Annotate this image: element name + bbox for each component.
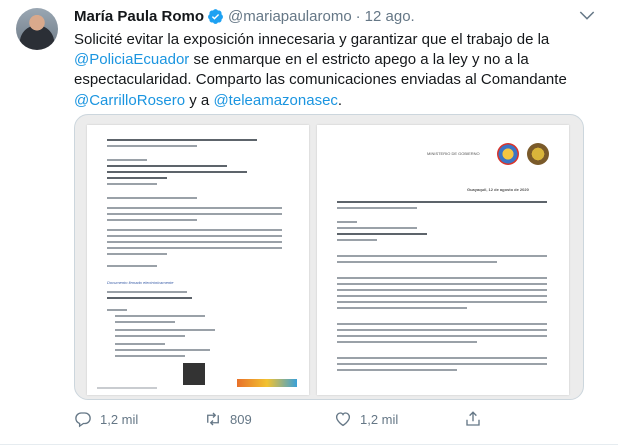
tweet-actions: 1,2 mil 809 1,2 mil	[74, 410, 594, 428]
doc-line	[107, 207, 282, 209]
doc-line	[337, 233, 427, 235]
doc-line	[107, 197, 197, 199]
doc-line	[115, 321, 175, 323]
text-part: y a	[185, 91, 214, 109]
text-part: .	[337, 91, 343, 109]
reply-count: 1,2 mil	[100, 411, 139, 427]
doc-line	[337, 341, 477, 343]
doc-line	[107, 297, 192, 299]
mention-link[interactable]: @teleamazonasec	[213, 92, 337, 109]
doc-line	[337, 207, 417, 209]
doc-line	[337, 277, 547, 279]
tweet-date[interactable]: 12 ago.	[365, 8, 415, 25]
reply-icon	[75, 412, 91, 428]
doc-line	[337, 369, 457, 371]
like-icon	[335, 412, 351, 427]
doc-line	[337, 329, 547, 331]
doc-line	[107, 291, 187, 293]
avatar[interactable]	[16, 8, 58, 50]
reply-button[interactable]: 1,2 mil	[74, 410, 204, 428]
doc-line	[337, 201, 547, 203]
doc-line	[115, 329, 215, 331]
doc-line	[337, 283, 547, 285]
doc-line	[337, 323, 547, 325]
document-date: Guayaquil, 12 de agosto de 2020	[467, 187, 529, 192]
share-icon	[466, 411, 480, 426]
doc-line	[337, 261, 497, 263]
document-page-left: Documento firmado electrónicamente	[87, 125, 309, 395]
doc-line	[115, 355, 185, 357]
doc-line	[97, 387, 157, 389]
doc-line	[107, 159, 147, 161]
doc-line	[107, 235, 282, 237]
ministry-header: MINISTERIO DE GOBIERNO	[427, 151, 480, 156]
document-page-right: MINISTERIO DE GOBIERNO Guayaquil, 12 de …	[317, 125, 569, 395]
doc-line	[107, 265, 157, 267]
tweet-header: María Paula Romo @mariapaularomo · 12 ag…	[74, 6, 606, 26]
doc-line	[115, 343, 165, 345]
retweet-button[interactable]: 809	[204, 410, 334, 428]
separator-dot: ·	[355, 7, 361, 25]
mention-link[interactable]: @CarrilloRosero	[74, 92, 185, 109]
tweet[interactable]: María Paula Romo @mariapaularomo · 12 ag…	[0, 0, 618, 445]
author-handle[interactable]: @mariapaularomo	[228, 8, 352, 25]
logo-icon	[497, 143, 519, 165]
doc-line	[107, 241, 282, 243]
doc-line	[107, 309, 127, 311]
mention-link[interactable]: @PoliciaEcuador	[74, 51, 189, 68]
doc-line	[337, 221, 357, 223]
doc-line	[337, 301, 547, 303]
doc-line	[107, 171, 247, 173]
share-button[interactable]	[464, 410, 594, 428]
doc-line	[337, 239, 377, 241]
doc-line	[107, 253, 167, 255]
signature-label: Documento firmado electrónicamente	[107, 280, 174, 285]
doc-line	[115, 349, 210, 351]
doc-line	[107, 165, 227, 167]
doc-line	[107, 219, 197, 221]
doc-line	[107, 247, 282, 249]
doc-line	[115, 315, 205, 317]
coat-of-arms-icon	[527, 143, 549, 165]
text-part: Solicité evitar la exposición innecesari…	[74, 31, 550, 48]
retweet-icon	[207, 412, 219, 426]
chevron-down-icon[interactable]	[578, 6, 596, 24]
doc-line	[115, 335, 185, 337]
doc-line	[107, 229, 282, 231]
doc-line	[337, 289, 547, 291]
verified-badge-icon	[207, 8, 224, 25]
doc-line	[337, 307, 467, 309]
qr-code	[183, 363, 205, 385]
doc-line	[107, 213, 282, 215]
doc-line	[107, 183, 157, 185]
doc-line	[107, 139, 257, 141]
doc-line	[337, 335, 547, 337]
doc-line	[337, 227, 417, 229]
doc-line	[107, 177, 167, 179]
author-name[interactable]: María Paula Romo	[74, 8, 204, 25]
footer-logos	[237, 379, 297, 387]
retweet-count: 809	[230, 411, 252, 427]
tweet-text: Solicité evitar la exposición innecesari…	[74, 30, 574, 111]
media-image[interactable]: Documento firmado electrónicamente MINIS…	[74, 114, 584, 400]
tweet-content: María Paula Romo @mariapaularomo · 12 ag…	[74, 6, 606, 111]
like-count: 1,2 mil	[360, 411, 399, 427]
doc-line	[337, 255, 547, 257]
doc-line	[337, 363, 547, 365]
doc-line	[337, 295, 547, 297]
doc-line	[107, 145, 197, 147]
like-button[interactable]: 1,2 mil	[334, 410, 464, 428]
doc-line	[337, 357, 547, 359]
